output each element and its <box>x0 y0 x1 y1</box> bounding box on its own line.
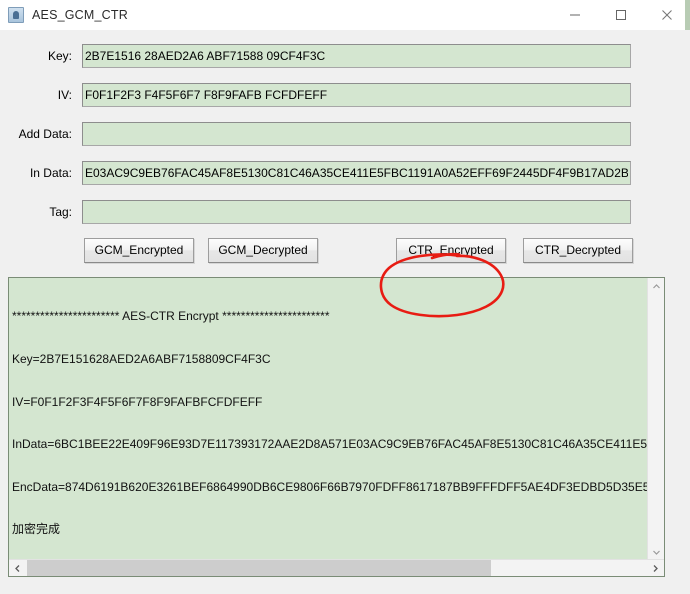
chevron-right-icon <box>653 564 658 572</box>
output-vertical-scrollbar[interactable] <box>647 278 664 561</box>
ctr-decrypted-button[interactable]: CTR_Decrypted <box>523 238 633 263</box>
chevron-left-icon <box>15 564 20 572</box>
window-edge <box>685 0 690 30</box>
chevron-down-icon <box>652 550 660 555</box>
scroll-up-button[interactable] <box>648 278 664 295</box>
gcm-encrypted-button[interactable]: GCM_Encrypted <box>84 238 194 263</box>
output-horizontal-scrollbar[interactable] <box>9 559 664 576</box>
minimize-button[interactable] <box>552 0 598 30</box>
add-data-input[interactable] <box>82 122 631 146</box>
app-icon <box>8 7 24 23</box>
tag-input[interactable] <box>82 200 631 224</box>
maximize-button[interactable] <box>598 0 644 30</box>
output-line: *********************** AES-CTR Encrypt … <box>12 309 330 324</box>
key-label: Key: <box>47 49 72 63</box>
output-line: Key=2B7E151628AED2A6ABF7158809CF4F3C <box>12 352 271 366</box>
field-row-add-data: Add Data: <box>0 122 690 146</box>
field-row-in-data: In Data: <box>0 161 690 185</box>
client-area: Key: IV: Add Data: In Data: Tag: GCM_Enc… <box>0 30 690 594</box>
output-panel: *********************** AES-CTR Encrypt … <box>8 277 665 577</box>
window-controls <box>552 0 690 30</box>
chevron-up-icon <box>652 284 660 289</box>
maximize-icon <box>616 10 626 20</box>
iv-input[interactable] <box>82 83 631 107</box>
add-data-label: Add Data: <box>18 127 72 141</box>
scroll-right-button[interactable] <box>647 560 664 576</box>
in-data-input[interactable] <box>82 161 631 185</box>
output-line: InData=6BC1BEE22E409F96E93D7E117393172AA… <box>12 437 648 452</box>
field-row-iv: IV: <box>0 83 690 107</box>
application-window: AES_GCM_CTR Key: 2B7E1516 28AED2A6 ABF71… <box>0 0 690 594</box>
horizontal-scroll-thumb[interactable] <box>27 560 491 576</box>
key-input[interactable] <box>82 44 631 68</box>
output-line: 加密完成 <box>12 522 61 537</box>
output-line: EncData=874D6191B620E3261BEF6864990DB6CE… <box>12 479 648 494</box>
title-bar: AES_GCM_CTR <box>0 0 690 30</box>
close-button[interactable] <box>644 0 690 30</box>
output-textarea[interactable]: *********************** AES-CTR Encrypt … <box>9 278 648 561</box>
iv-label: IV: <box>57 88 72 102</box>
in-data-label: In Data: <box>29 166 72 180</box>
minimize-icon <box>570 14 580 16</box>
tag-label: Tag: <box>49 205 72 219</box>
output-line: IV=F0F1F2F3F4F5F6F7F8F9FAFBFCFDFEFF <box>12 394 263 409</box>
close-icon <box>662 10 672 20</box>
scroll-left-button[interactable] <box>9 560 26 576</box>
gcm-decrypted-button[interactable]: GCM_Decrypted <box>208 238 318 263</box>
field-row-key: Key: <box>0 44 690 68</box>
field-row-tag: Tag: <box>0 200 690 224</box>
action-button-row: GCM_Encrypted GCM_Decrypted CTR_Encrypte… <box>0 238 690 264</box>
ctr-encrypted-button[interactable]: CTR_Encrypted <box>396 238 506 263</box>
window-title: AES_GCM_CTR <box>32 8 128 22</box>
